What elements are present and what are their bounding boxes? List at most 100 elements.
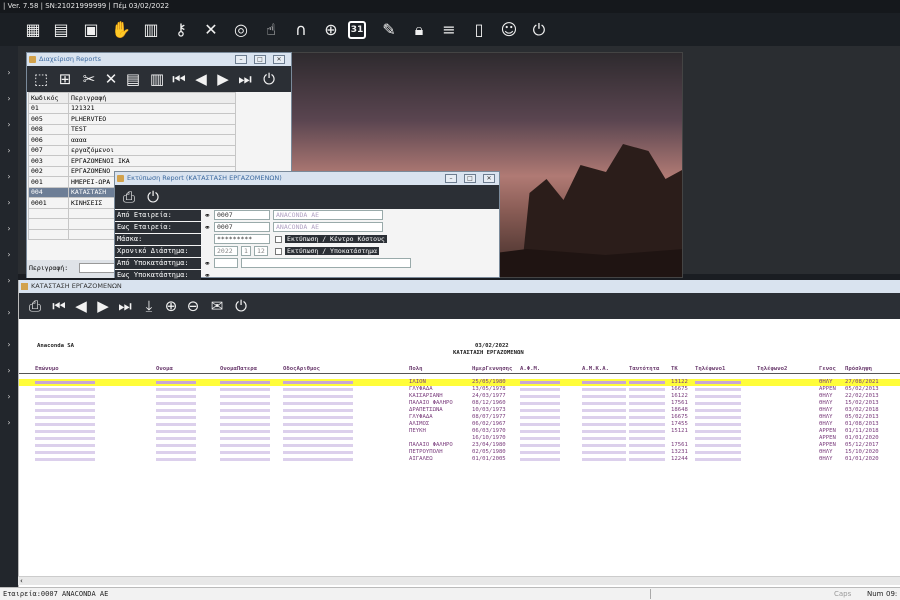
print-icon[interactable]: ⎙ xyxy=(25,296,45,316)
chevron-right-icon[interactable]: › xyxy=(4,392,14,402)
redacted-field xyxy=(156,395,196,398)
column-header[interactable]: Κωδικός xyxy=(28,92,69,104)
calendar-31-icon[interactable]: 31 xyxy=(348,21,366,39)
export-icon[interactable]: ⤓ xyxy=(139,296,159,316)
table-row[interactable]: 005 PLHERVTEO xyxy=(28,113,236,125)
mask-input[interactable]: ********* xyxy=(214,234,270,244)
branch-checkbox[interactable] xyxy=(275,248,282,255)
documents-icon[interactable]: ▤ xyxy=(50,19,72,41)
report-company: Anaconda SA xyxy=(37,343,75,349)
headset-icon[interactable]: ∩ xyxy=(290,19,312,41)
chevron-right-icon[interactable]: › xyxy=(4,224,14,234)
cell-desc: PLHERVTEO xyxy=(68,113,236,125)
database-icon[interactable]: ≡ xyxy=(438,19,460,41)
minimize-button[interactable]: – xyxy=(445,174,457,183)
chevron-right-icon[interactable]: › xyxy=(4,94,14,104)
preview-icon[interactable]: ▥ xyxy=(147,69,167,89)
redacted-field xyxy=(156,381,196,384)
chevron-right-icon[interactable]: › xyxy=(4,68,14,78)
year-input[interactable]: 2022 xyxy=(214,246,238,256)
zoom-in-icon[interactable]: ⊕ xyxy=(161,296,181,316)
chevron-right-icon[interactable]: › xyxy=(4,366,14,376)
print-icon[interactable]: ▤ xyxy=(123,69,143,89)
table-row[interactable]: 01 121321 xyxy=(28,102,236,114)
column-header[interactable]: Περιγραφή xyxy=(68,92,236,104)
cell-dob: 06/03/1970 xyxy=(472,428,506,434)
chevron-right-icon[interactable]: › xyxy=(4,198,14,208)
redacted-field xyxy=(582,402,626,405)
first-page-icon[interactable]: ⏮ xyxy=(49,296,69,316)
lifebuoy-icon[interactable]: ◎ xyxy=(230,19,252,41)
last-page-icon[interactable]: ⏭ xyxy=(115,296,135,316)
zoom-out-icon[interactable]: ⊖ xyxy=(183,296,203,316)
status-divider xyxy=(650,589,651,599)
close-button[interactable]: ✕ xyxy=(273,55,285,64)
from-company-input[interactable]: 0007 xyxy=(214,210,270,220)
next-record-icon[interactable]: ▶ xyxy=(213,69,233,89)
select-icon[interactable]: ⬚ xyxy=(31,69,51,89)
close-button[interactable]: ✕ xyxy=(483,174,495,183)
redacted-field xyxy=(283,458,353,461)
power-icon[interactable]: ⏻ xyxy=(259,69,279,89)
maximize-button[interactable]: □ xyxy=(254,55,266,64)
notebook-icon[interactable]: ▯ xyxy=(468,19,490,41)
book-icon[interactable]: ▥ xyxy=(140,19,162,41)
power-icon[interactable]: ⏻ xyxy=(528,19,550,41)
redacted-field xyxy=(220,381,270,384)
company-icon[interactable]: ▦ xyxy=(22,19,44,41)
satellite-icon[interactable]: ✎ xyxy=(378,19,400,41)
next-page-icon[interactable]: ▶ xyxy=(93,296,113,316)
chevron-right-icon[interactable]: › xyxy=(4,340,14,350)
from-branch-input[interactable] xyxy=(214,258,238,268)
minimize-button[interactable]: – xyxy=(235,55,247,64)
user-settings-icon[interactable]: ☺ xyxy=(498,19,520,41)
last-record-icon[interactable]: ⏭ xyxy=(235,69,255,89)
month-to-input[interactable]: 12 xyxy=(254,246,268,256)
chevron-right-icon[interactable]: › xyxy=(4,250,14,260)
binoculars-icon[interactable]: ⚭ xyxy=(204,211,211,220)
calendar-icon[interactable]: ▣ xyxy=(80,19,102,41)
email-icon[interactable]: ✉ xyxy=(207,296,227,316)
scroll-left-icon[interactable]: ‹ xyxy=(20,577,23,585)
previous-page-icon[interactable]: ◀ xyxy=(71,296,91,316)
binoculars-icon[interactable]: ⚭ xyxy=(204,271,211,280)
cell-dob: 01/01/2005 xyxy=(472,456,506,462)
edit-icon[interactable]: ✂ xyxy=(79,69,99,89)
cell-hire: 05/02/2013 xyxy=(845,414,879,420)
binoculars-icon[interactable]: ⚭ xyxy=(204,223,211,232)
chevron-right-icon[interactable]: › xyxy=(4,276,14,286)
key-icon[interactable]: ⚷ xyxy=(170,19,192,41)
power-icon[interactable]: ⏻ xyxy=(231,296,251,316)
hand-coin-icon[interactable]: ✋ xyxy=(110,19,132,41)
first-record-icon[interactable]: ⏮ xyxy=(169,69,189,89)
chevron-right-icon[interactable]: › xyxy=(4,172,14,182)
lock-icon[interactable]: 🔒︎ xyxy=(408,19,430,41)
month-from-input[interactable]: 1 xyxy=(241,246,251,256)
maximize-button[interactable]: □ xyxy=(464,174,476,183)
previous-record-icon[interactable]: ◀ xyxy=(191,69,211,89)
cell-gender: ΘΗΛΥ xyxy=(819,449,833,455)
add-icon[interactable]: ⊞ xyxy=(55,69,75,89)
chevron-right-icon[interactable]: › xyxy=(4,418,14,428)
table-row[interactable]: 007 εργαζόμενοι xyxy=(28,144,236,156)
redacted-field xyxy=(220,402,270,405)
chevron-right-icon[interactable]: › xyxy=(4,308,14,318)
binoculars-icon[interactable]: ⚭ xyxy=(204,259,211,268)
cell-tk: 16122 xyxy=(671,393,688,399)
table-row[interactable]: 008 TEST xyxy=(28,123,236,135)
power-icon[interactable]: ⏻ xyxy=(143,187,163,207)
redacted-field xyxy=(283,423,353,426)
cost-center-checkbox[interactable] xyxy=(275,236,282,243)
tools-icon[interactable]: ✕ xyxy=(200,19,222,41)
to-company-input[interactable]: 0007 xyxy=(214,222,270,232)
table-row[interactable]: 003 ΕΡΓΑΖΟΜΕΝΟΙ ΙΚΑ xyxy=(28,155,236,167)
table-row[interactable]: 006 αααα xyxy=(28,134,236,146)
chevron-right-icon[interactable]: › xyxy=(4,146,14,156)
chevron-right-icon[interactable]: › xyxy=(4,120,14,130)
globe-icon[interactable]: ⊕ xyxy=(320,19,342,41)
delete-icon[interactable]: ✕ xyxy=(101,69,121,89)
pointer-icon[interactable]: ☝ xyxy=(260,19,282,41)
preview-report-icon[interactable]: ⎙ xyxy=(119,187,139,207)
horizontal-scrollbar[interactable]: ‹ xyxy=(18,576,900,585)
cell-city: ΓΛΥΦΑΔΑ xyxy=(409,414,433,420)
